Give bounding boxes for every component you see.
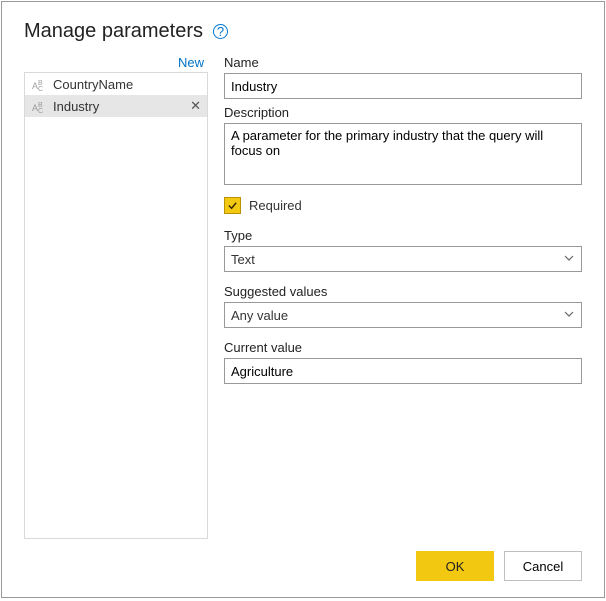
name-input[interactable] bbox=[224, 73, 582, 99]
suggested-value: Any value bbox=[231, 308, 288, 323]
suggested-label: Suggested values bbox=[224, 284, 582, 299]
description-label: Description bbox=[224, 105, 582, 120]
dialog-body: New ABC CountryName ABC Industry ✕ bbox=[24, 53, 582, 539]
chevron-down-icon bbox=[563, 308, 575, 323]
svg-text:C: C bbox=[38, 86, 43, 91]
checkmark-icon bbox=[227, 200, 238, 211]
svg-text:C: C bbox=[38, 108, 43, 113]
type-value: Text bbox=[231, 252, 255, 267]
required-label: Required bbox=[249, 198, 302, 213]
current-value-input[interactable] bbox=[224, 358, 582, 384]
text-type-icon: ABC bbox=[31, 76, 49, 92]
chevron-down-icon bbox=[563, 252, 575, 267]
parameter-item-countryname[interactable]: ABC CountryName bbox=[25, 73, 207, 95]
help-icon[interactable]: ? bbox=[213, 24, 228, 39]
manage-parameters-dialog: Manage parameters ? New ABC CountryName … bbox=[1, 1, 605, 598]
required-row: Required bbox=[224, 197, 582, 214]
sidebar: New ABC CountryName ABC Industry ✕ bbox=[24, 53, 208, 539]
suggested-select[interactable]: Any value bbox=[224, 302, 582, 328]
parameter-item-industry[interactable]: ABC Industry ✕ bbox=[25, 95, 207, 117]
type-label: Type bbox=[224, 228, 582, 243]
ok-button[interactable]: OK bbox=[416, 551, 494, 581]
text-type-icon: ABC bbox=[31, 98, 49, 114]
delete-icon[interactable]: ✕ bbox=[188, 98, 203, 114]
cancel-button[interactable]: Cancel bbox=[504, 551, 582, 581]
new-link[interactable]: New bbox=[178, 55, 204, 70]
form-panel: Name Description A parameter for the pri… bbox=[224, 53, 582, 539]
description-input[interactable]: A parameter for the primary industry tha… bbox=[224, 123, 582, 185]
dialog-footer: OK Cancel bbox=[24, 539, 582, 581]
parameter-list: ABC CountryName ABC Industry ✕ bbox=[24, 72, 208, 539]
required-checkbox[interactable] bbox=[224, 197, 241, 214]
parameter-item-label: CountryName bbox=[53, 77, 203, 92]
name-label: Name bbox=[224, 55, 582, 70]
sidebar-top: New bbox=[24, 53, 208, 72]
current-value-label: Current value bbox=[224, 340, 582, 355]
dialog-title-text: Manage parameters bbox=[24, 20, 203, 43]
parameter-item-label: Industry bbox=[53, 99, 188, 114]
dialog-title: Manage parameters ? bbox=[24, 20, 582, 43]
type-select[interactable]: Text bbox=[224, 246, 582, 272]
